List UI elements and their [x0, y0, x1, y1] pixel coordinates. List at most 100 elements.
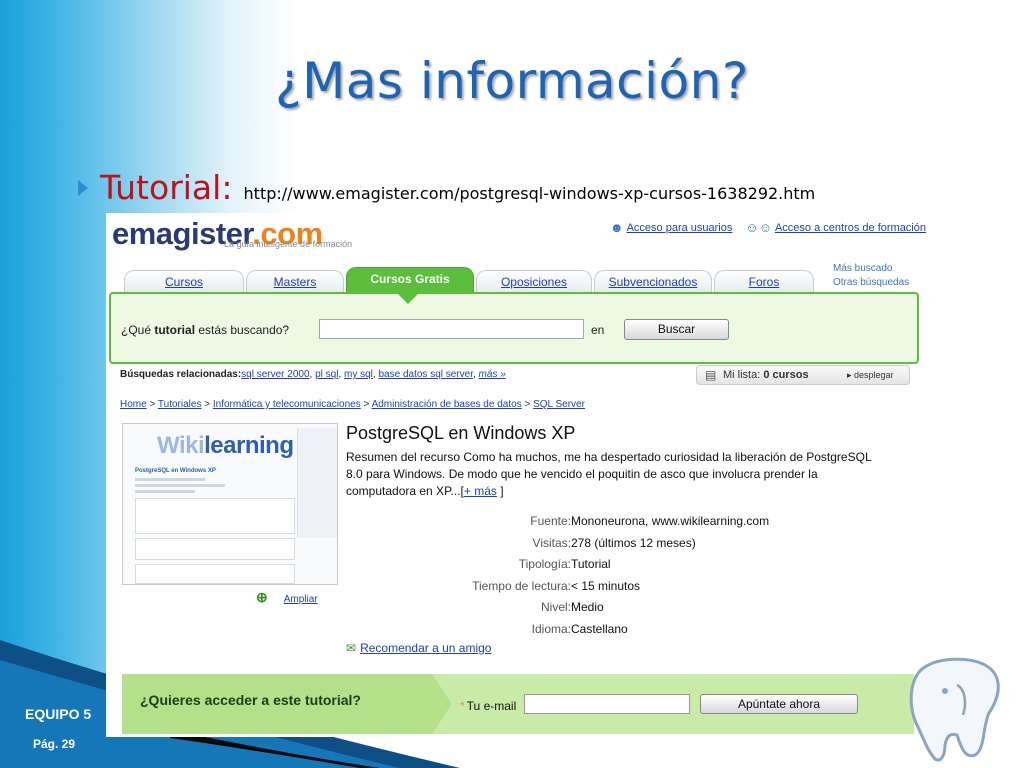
search-input[interactable] [319, 319, 584, 339]
my-list-toggle-label: desplegar [854, 370, 894, 380]
tab-cursos[interactable]: Cursos [124, 270, 244, 292]
result-description-end: ] [500, 484, 504, 498]
required-star: * [460, 699, 465, 713]
detail-key: Tiempo de lectura: [472, 578, 571, 593]
thumbnail-line [135, 490, 195, 493]
detail-row: Tiempo de lectura: < 15 minutos [346, 576, 906, 598]
user-access-link[interactable]: Acceso para usuarios [627, 222, 733, 234]
tab-subvencionados[interactable]: Subvencionados [594, 270, 712, 292]
postgresql-elephant-icon [909, 657, 1000, 762]
thumbnail-line [135, 484, 225, 487]
search-bar: ¿Qué tutorial estás buscando? en Buscar [109, 292, 919, 364]
my-list-text: Mi lista: 0 cursos [723, 369, 809, 381]
tab-oposiciones[interactable]: Oposiciones [476, 270, 592, 292]
tutorial-thumbnail[interactable]: Wikilearning PostgreSQL en Windows XP [122, 423, 338, 585]
user-icon: ☻ [609, 220, 624, 235]
detail-value: 278 (últimos 12 meses) [571, 535, 696, 550]
result-description: Resumen del recurso Como ha muchos, me h… [346, 449, 886, 500]
right-links: Más buscado Otras búsquedas [833, 262, 909, 290]
detail-value: Castellano [571, 621, 628, 636]
thumbnail-box [135, 498, 295, 534]
search-en-label: en [591, 323, 605, 337]
bullet-label: Tutorial: [100, 168, 233, 207]
center-access-link[interactable]: Acceso a centros de formación [775, 222, 926, 234]
detail-key: Fuente: [530, 514, 571, 528]
thumbnail-box [135, 538, 295, 560]
related-link-sql-server-2000[interactable]: sql server 2000 [241, 369, 309, 380]
zoom-link[interactable]: ⊕ Ampliar [256, 589, 318, 606]
result-title: PostgreSQL en Windows XP [346, 423, 576, 443]
tab-notch [396, 292, 420, 304]
cta-question: ¿Quieres acceder a este tutorial? [140, 692, 361, 708]
detail-row: Fuente: Mononeurona, www.wikilearning.com [346, 511, 906, 533]
search-button[interactable]: Buscar [624, 319, 729, 340]
recommend-friend[interactable]: ✉ Recomendar a un amigo [346, 641, 491, 655]
detail-key: Tipología: [518, 557, 571, 571]
search-label-bold: tutorial [154, 323, 196, 337]
breadcrumb: Home > Tutoriales > Informática y teleco… [120, 399, 585, 410]
search-label-pre: ¿Qué [121, 323, 155, 337]
cta-arrow-tip [432, 674, 452, 734]
related-link-base-datos[interactable]: base datos sql server [378, 369, 473, 380]
related-label: Búsquedas relacionadas: [120, 369, 242, 380]
thumbnail-sidebar [297, 428, 337, 538]
zoom-plus-icon: ⊕ [256, 589, 268, 605]
breadcrumb-bases-datos[interactable]: Administración de bases de datos [372, 399, 522, 410]
main-tabs: Cursos Masters Cursos Gratis Oposiciones… [124, 267, 824, 292]
other-searches-link[interactable]: Otras búsquedas [833, 276, 909, 290]
top-links: ☻ Acceso para usuarios ☺☺ Acceso a centros… [600, 220, 926, 235]
my-list-count: 0 cursos [763, 369, 809, 381]
tab-masters[interactable]: Masters [246, 270, 344, 292]
signup-button[interactable]: Apúntate ahora [700, 694, 858, 714]
detail-row: Idioma: Castellano [346, 619, 906, 641]
email-label-text: Tu e-mail [466, 699, 517, 713]
result-details: Fuente: Mononeurona, www.wikilearning.com… [346, 511, 906, 640]
result-description-text: Resumen del recurso Como ha muchos, me h… [346, 450, 872, 498]
tab-cursos-gratis[interactable]: Cursos Gratis [346, 267, 474, 292]
bullet-line: Tutorial: http://www.emagister.com/postg… [100, 168, 815, 207]
my-list-label: Mi lista: [723, 369, 764, 381]
notepad-icon: ▤ [705, 368, 717, 382]
emagister-logo: emagister.com La guía inteligente de for… [112, 216, 352, 252]
related-link-pl-sql[interactable]: pl sql [315, 369, 338, 380]
thumbnail-brand-light: Wiki [157, 432, 205, 459]
detail-value: < 15 minutos [571, 578, 641, 593]
envelope-icon: ✉ [346, 641, 357, 655]
detail-row: Tipología: Tutorial [346, 554, 906, 576]
related-searches: Búsquedas relacionadas:sql server 2000, … [120, 369, 506, 380]
tab-foros[interactable]: Foros [714, 270, 814, 292]
recommend-link[interactable]: Recomendar a un amigo [360, 641, 491, 655]
breadcrumb-informatica[interactable]: Informática y telecomunicaciones [213, 399, 361, 410]
thumbnail-brand: Wikilearning [157, 432, 294, 460]
breadcrumb-home[interactable]: Home [120, 399, 147, 410]
bullet-url[interactable]: http://www.emagister.com/postgresql-wind… [244, 184, 816, 203]
logo-tagline: La guía inteligente de formación [224, 239, 353, 249]
bullet-arrow-icon [78, 180, 88, 196]
detail-value: Tutorial [571, 557, 611, 571]
detail-key: Idioma: [531, 621, 571, 636]
thumbnail-title: PostgreSQL en Windows XP [135, 468, 216, 474]
detail-row: Nivel: Medio [346, 597, 906, 619]
breadcrumb-sql-server[interactable]: SQL Server [533, 399, 585, 410]
detail-value: Medio [571, 600, 604, 614]
search-label-post: estás buscando? [195, 323, 290, 337]
thumbnail-line [135, 478, 205, 481]
my-list[interactable]: ▤ Mi lista: 0 cursos ▸ desplegar [696, 365, 910, 385]
detail-key: Nivel: [540, 600, 571, 614]
footer-page-number: Pág. 29 [33, 737, 76, 751]
slide-title: ¿Mas información? [275, 52, 749, 110]
website-screenshot: emagister.com La guía inteligente de for… [106, 213, 932, 737]
most-searched-link[interactable]: Más buscado [833, 262, 909, 276]
cta-bar: ¿Quieres acceder a este tutorial? * Tu e-… [122, 674, 914, 734]
related-link-my-sql[interactable]: my sql [344, 369, 373, 380]
detail-row: Visitas: 278 (últimos 12 meses) [346, 533, 906, 555]
email-input[interactable] [524, 694, 690, 714]
footer-team: EQUIPO 5 [25, 706, 92, 722]
breadcrumb-tutoriales[interactable]: Tutoriales [158, 399, 202, 410]
more-link[interactable]: + más [464, 484, 497, 498]
zoom-link-text[interactable]: Ampliar [284, 594, 318, 605]
group-icon: ☺☺ [745, 220, 772, 235]
my-list-toggle[interactable]: ▸ desplegar [847, 370, 894, 381]
related-link-more[interactable]: más » [479, 369, 506, 380]
thumbnail-brand-dark: learning [204, 432, 294, 459]
